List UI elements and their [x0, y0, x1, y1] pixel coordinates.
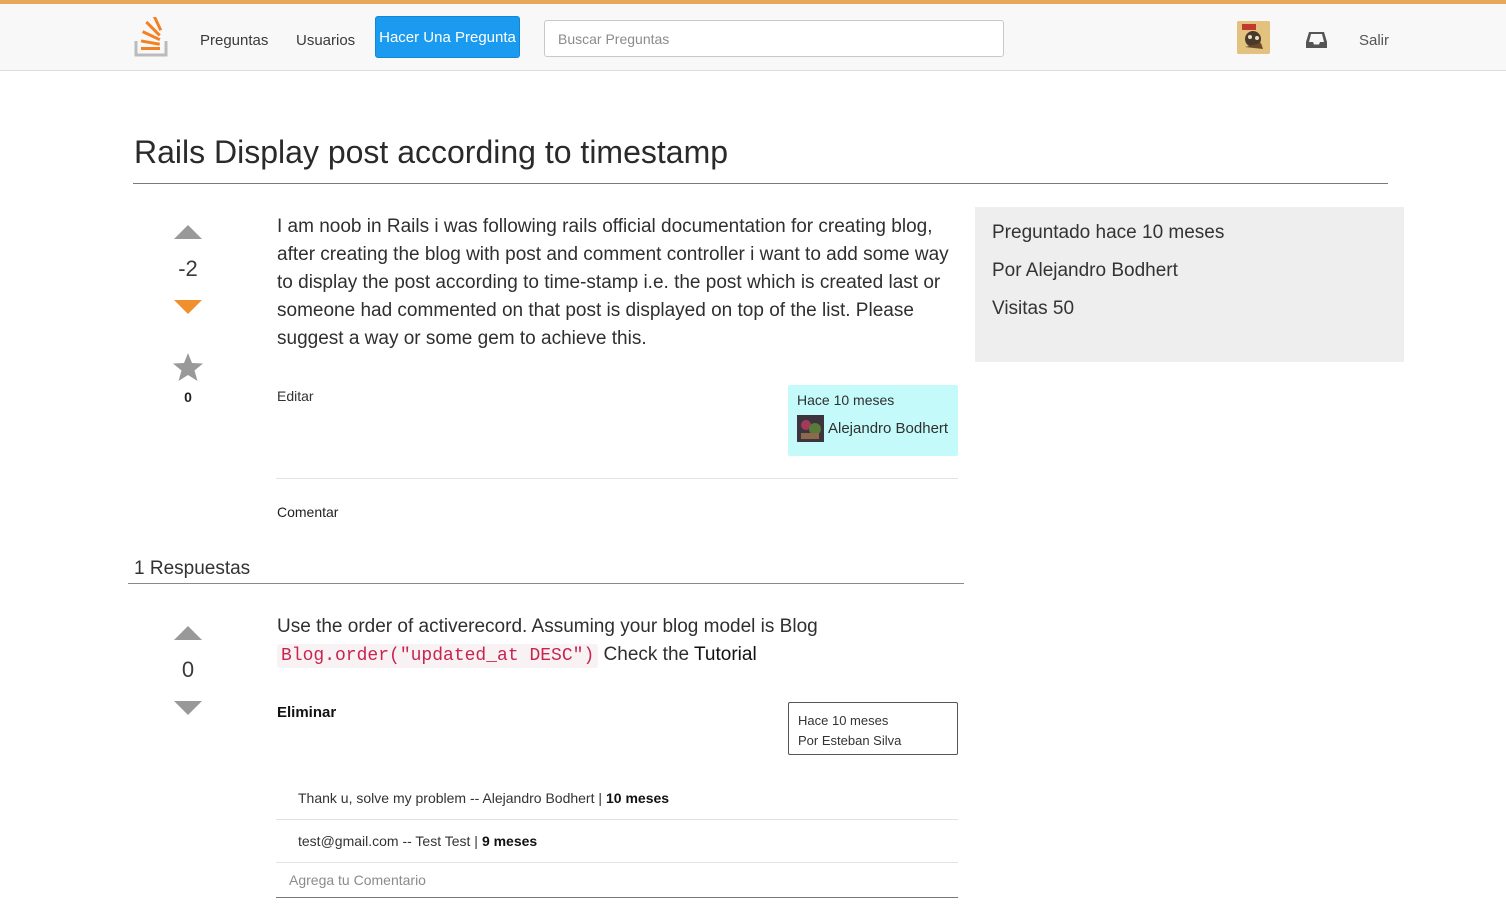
- logout-link[interactable]: Salir: [1359, 32, 1389, 49]
- question-divider: [276, 478, 958, 479]
- comment-text: test@gmail.com -- Test Test |: [298, 833, 478, 849]
- asked-by: Por Alejandro Bodhert: [992, 260, 1178, 281]
- answers-divider: [128, 583, 964, 584]
- answers-heading: 1 Respuestas: [134, 558, 251, 579]
- author-avatar-image-icon: [797, 415, 824, 442]
- nav-link-usuarios[interactable]: Usuarios: [296, 32, 355, 49]
- stackoverflow-logo-icon[interactable]: [133, 17, 169, 57]
- downvote-arrow-icon[interactable]: [174, 300, 202, 314]
- answer-author-time: Hace 10 meses: [798, 713, 889, 728]
- question-author-name[interactable]: Alejandro Bodhert: [828, 420, 948, 437]
- add-comment-input[interactable]: [276, 863, 958, 898]
- comment-age: 10 meses: [606, 790, 670, 806]
- author-avatar[interactable]: [797, 415, 824, 442]
- comment-age: 9 meses: [481, 833, 538, 849]
- favorite-star-icon[interactable]: [172, 352, 204, 382]
- answer-downvote-arrow-icon[interactable]: [174, 701, 202, 715]
- answer-vote-count: 0: [181, 657, 195, 682]
- favorite-count: 0: [184, 389, 192, 405]
- question-body: I am noob in Rails i was following rails…: [277, 216, 949, 349]
- comment-item: Thank u, solve my problem -- Alejandro B…: [276, 777, 958, 820]
- answer-code-snippet: Blog.order("updated_at DESC"): [277, 644, 599, 668]
- user-avatar[interactable]: [1237, 21, 1270, 54]
- avatar-image-icon: [1237, 21, 1270, 54]
- question-vote-count: -2: [178, 256, 198, 281]
- question-author-time: Hace 10 meses: [797, 392, 895, 408]
- ask-question-button[interactable]: Hacer Una Pregunta: [375, 16, 520, 58]
- comment-text: Thank u, solve my problem -- Alejandro B…: [298, 790, 603, 806]
- answer-author-by[interactable]: Por Esteban Silva: [798, 731, 948, 751]
- comment-item: test@gmail.com -- Test Test | 9 meses: [276, 820, 958, 863]
- asked-time: Preguntado hace 10 meses: [992, 222, 1225, 243]
- answer-upvote-arrow-icon[interactable]: [174, 626, 202, 640]
- top-navbar: Preguntas Usuarios Hacer Una Pregunta Sa…: [0, 0, 1506, 71]
- question-author-card: Hace 10 meses Alejandro Bodhert: [788, 385, 958, 456]
- nav-link-preguntas[interactable]: Preguntas: [200, 32, 268, 49]
- question-stats-sidebar: Preguntado hace 10 meses Por Alejandro B…: [975, 207, 1404, 362]
- search-input[interactable]: [544, 20, 1004, 57]
- answer-check-text: Check the: [603, 644, 690, 665]
- answer-body: Use the order of activerecord. Assuming …: [277, 613, 962, 670]
- add-comment-link[interactable]: Comentar: [277, 504, 338, 520]
- delete-answer-link[interactable]: Eliminar: [277, 704, 336, 721]
- title-divider: [133, 183, 1388, 184]
- answer-author-card: Hace 10 meses Por Esteban Silva: [788, 702, 958, 755]
- inbox-icon[interactable]: [1305, 30, 1328, 50]
- tutorial-link[interactable]: Tutorial: [694, 644, 757, 665]
- upvote-arrow-icon[interactable]: [174, 225, 202, 239]
- answer-text: Use the order of activerecord. Assuming …: [277, 616, 818, 637]
- edit-question-link[interactable]: Editar: [277, 388, 314, 404]
- view-count: Visitas 50: [992, 298, 1075, 319]
- question-title: Rails Display post according to timestam…: [134, 134, 729, 170]
